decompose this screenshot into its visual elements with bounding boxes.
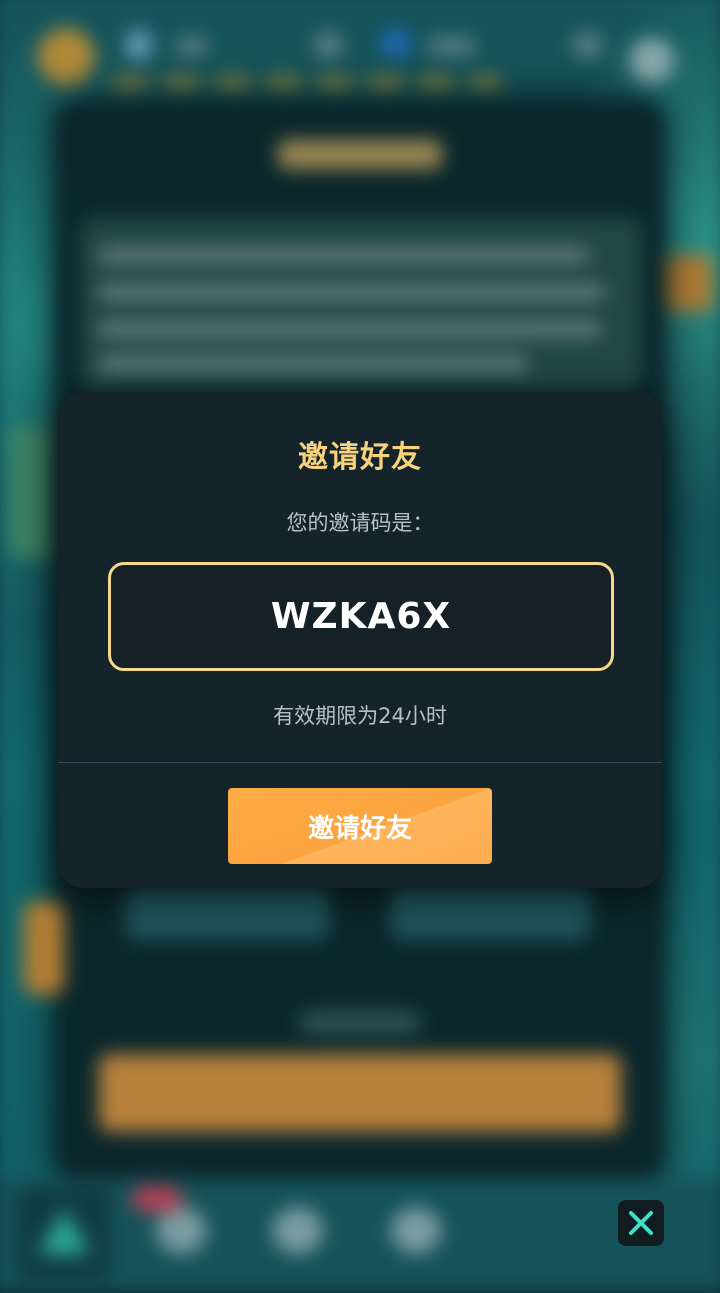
invite-friend-button[interactable]: 邀请好友	[228, 788, 492, 864]
invite-code-label: 您的邀请码是：	[286, 511, 434, 535]
close-icon	[618, 1200, 664, 1246]
dialog-divider	[58, 762, 662, 763]
invite-code-value[interactable]: WZKA6X	[271, 596, 451, 637]
invite-code-box[interactable]: WZKA6X	[108, 562, 614, 671]
close-button[interactable]	[618, 1200, 664, 1246]
invite-friend-dialog: 邀请好友 您的邀请码是： WZKA6X 有效期限为24小时 邀请好友	[58, 392, 662, 888]
validity-note: 有效期限为24小时	[273, 704, 447, 728]
dialog-title: 邀请好友	[298, 440, 422, 475]
